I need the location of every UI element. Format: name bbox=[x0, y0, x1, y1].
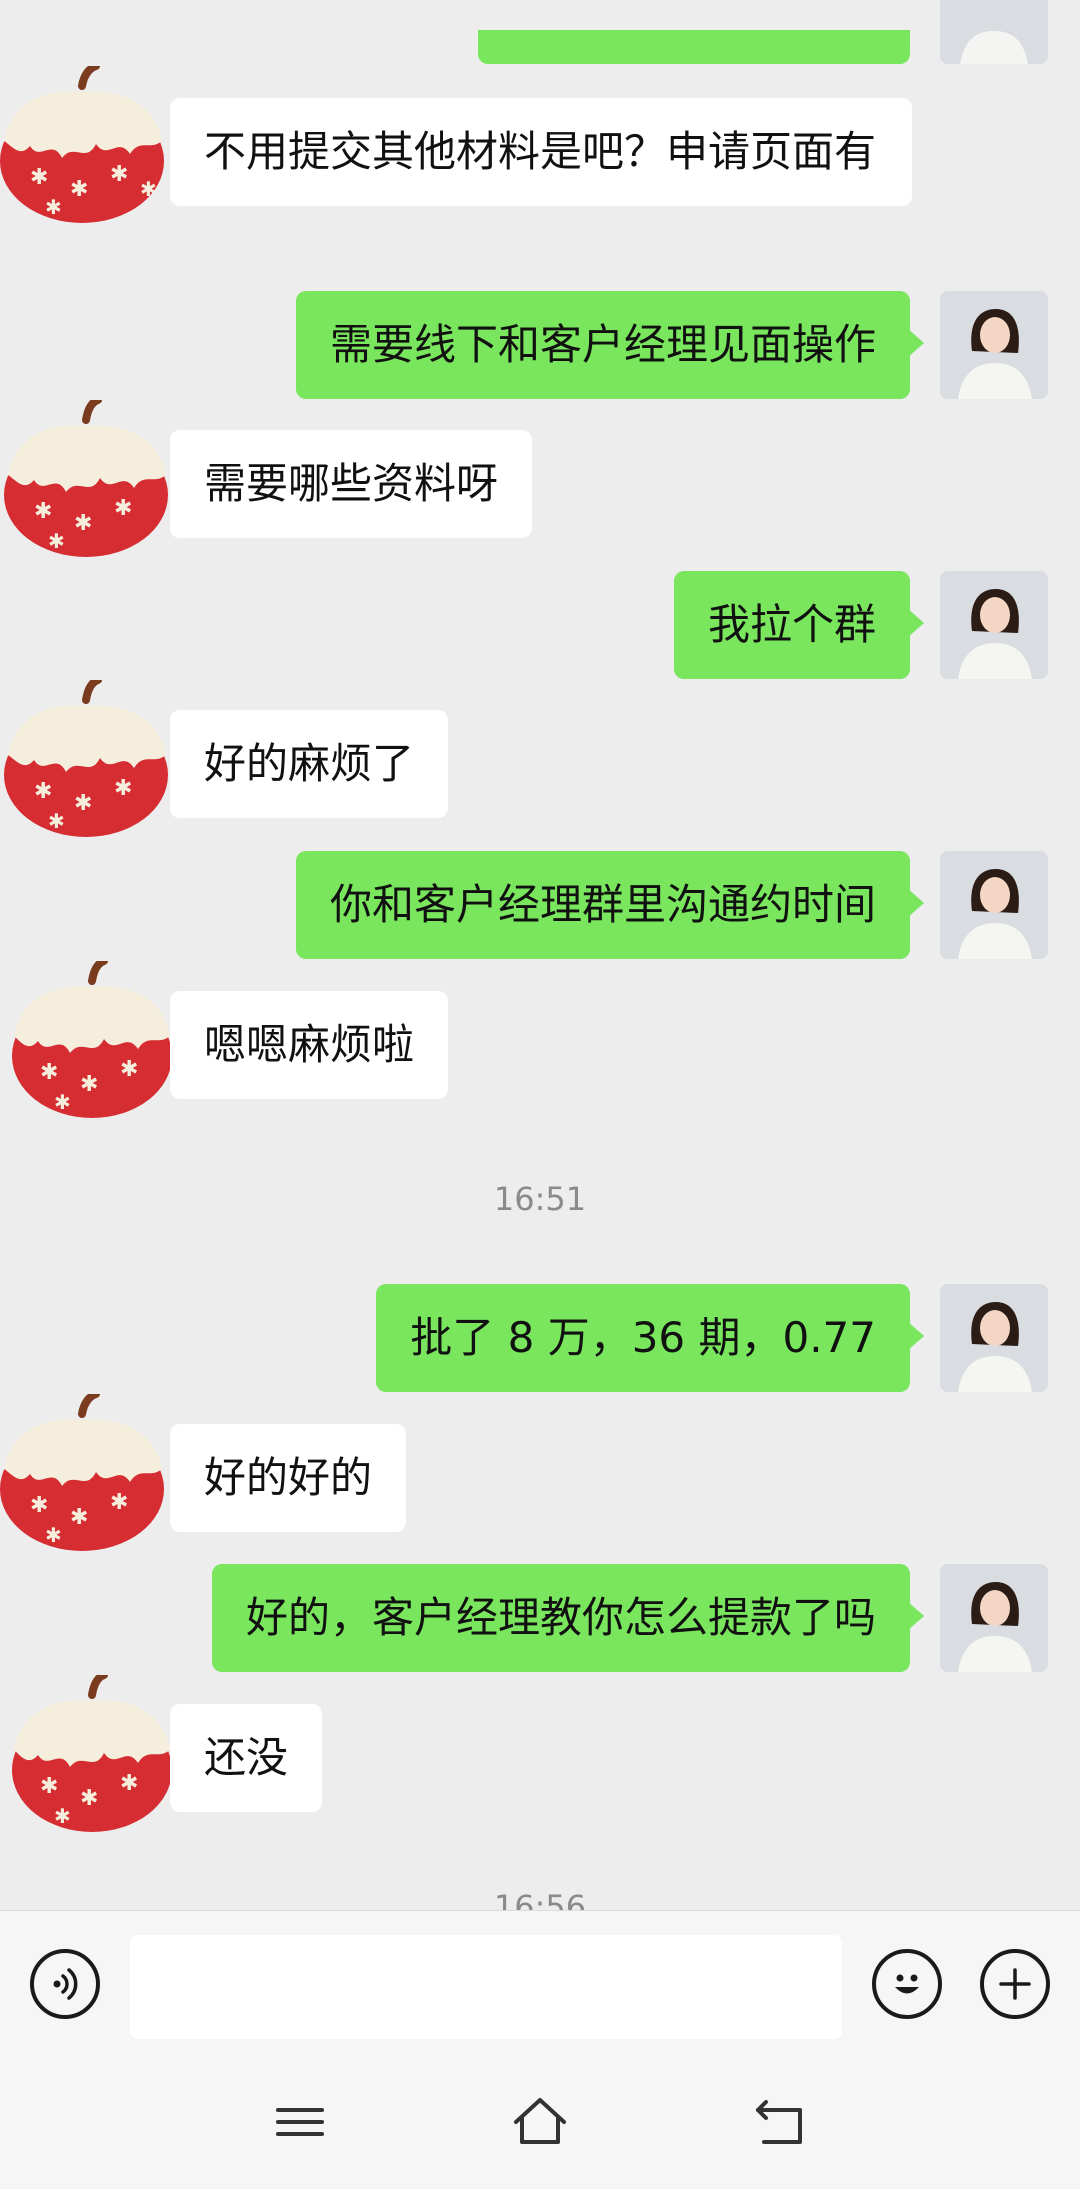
voice-icon[interactable] bbox=[30, 1949, 100, 2019]
svg-text:✱: ✱ bbox=[48, 809, 65, 833]
incoming-bubble[interactable]: 嗯嗯麻烦啦 bbox=[170, 991, 449, 1099]
avatar-agent[interactable] bbox=[940, 1284, 1048, 1392]
input-bar bbox=[0, 1910, 1080, 2053]
incoming-bubble[interactable]: 不用提交其他材料是吧？申请页面有 bbox=[170, 98, 912, 206]
svg-text:✱: ✱ bbox=[80, 1072, 98, 1097]
outgoing-bubble[interactable]: 需要线下和客户经理见面操作 bbox=[295, 291, 925, 399]
svg-text:✱: ✱ bbox=[48, 529, 65, 553]
emoji-icon[interactable] bbox=[872, 1949, 942, 2019]
svg-text:✱: ✱ bbox=[34, 779, 52, 804]
svg-text:✱: ✱ bbox=[110, 1490, 128, 1515]
svg-text:✱: ✱ bbox=[34, 499, 52, 524]
avatar-agent[interactable] bbox=[940, 1564, 1048, 1672]
avatar-apple[interactable]: ✱ ✱ ✱ ✱ bbox=[0, 396, 170, 560]
svg-text:✱: ✱ bbox=[54, 1090, 71, 1114]
home-icon[interactable] bbox=[510, 2092, 570, 2152]
timestamp: 16:56 bbox=[493, 1888, 587, 1910]
outgoing-bubble[interactable]: 好的，客户经理教你怎么提款了吗 bbox=[211, 1564, 925, 1672]
avatar-apple[interactable]: ✱ ✱ ✱ ✱ ✱ bbox=[0, 62, 170, 226]
back-icon[interactable] bbox=[750, 2092, 810, 2152]
system-nav-bar bbox=[0, 2052, 1080, 2189]
svg-text:✱: ✱ bbox=[30, 165, 48, 190]
avatar-agent[interactable] bbox=[940, 571, 1048, 679]
avatar-apple[interactable]: ✱ ✱ ✱ ✱ bbox=[0, 1671, 172, 1835]
outgoing-bubble[interactable]: 我拉个群 bbox=[673, 571, 925, 679]
avatar-apple[interactable]: ✱ ✱ ✱ ✱ bbox=[0, 676, 170, 840]
outgoing-bubble[interactable]: 批了 8 万，36 期，0.77 bbox=[376, 1284, 924, 1392]
avatar-agent[interactable] bbox=[940, 851, 1048, 959]
timestamp: 16:51 bbox=[493, 1180, 587, 1218]
svg-text:✱: ✱ bbox=[40, 1060, 58, 1085]
incoming-bubble[interactable]: 需要哪些资料呀 bbox=[170, 430, 533, 538]
svg-text:✱: ✱ bbox=[30, 1493, 48, 1518]
svg-text:✱: ✱ bbox=[120, 1771, 138, 1796]
svg-text:✱: ✱ bbox=[74, 511, 92, 536]
svg-text:✱: ✱ bbox=[40, 1774, 58, 1799]
avatar-agent[interactable] bbox=[940, 291, 1048, 399]
svg-text:✱: ✱ bbox=[54, 1804, 71, 1828]
svg-text:✱: ✱ bbox=[70, 177, 88, 202]
incoming-bubble[interactable]: 好的好的 bbox=[170, 1424, 407, 1532]
svg-text:✱: ✱ bbox=[70, 1505, 88, 1530]
avatar-agent[interactable] bbox=[940, 0, 1048, 64]
svg-text:✱: ✱ bbox=[74, 791, 92, 816]
outgoing-bubble[interactable]: 你和客户经理群里沟通约时间 bbox=[295, 851, 925, 959]
svg-text:✱: ✱ bbox=[114, 776, 132, 801]
incoming-bubble[interactable]: 好的麻烦了 bbox=[170, 710, 449, 818]
message-input[interactable] bbox=[130, 1935, 842, 2039]
svg-text:✱: ✱ bbox=[114, 496, 132, 521]
svg-text:✱: ✱ bbox=[45, 1523, 62, 1547]
incoming-bubble[interactable]: 还没 bbox=[170, 1704, 323, 1812]
svg-text:✱: ✱ bbox=[140, 177, 157, 201]
svg-text:✱: ✱ bbox=[110, 162, 128, 187]
chat-area[interactable]: ✱ ✱ ✱ ✱ ✱ 不用提交其他材料是吧？申请页面有 需要线下和客户经理见面操作 bbox=[0, 0, 1080, 1910]
partial-bubble bbox=[478, 30, 910, 64]
plus-icon[interactable] bbox=[980, 1949, 1050, 2019]
svg-text:✱: ✱ bbox=[45, 195, 62, 219]
svg-text:✱: ✱ bbox=[80, 1786, 98, 1811]
menu-icon[interactable] bbox=[270, 2092, 330, 2152]
svg-text:✱: ✱ bbox=[120, 1057, 138, 1082]
avatar-apple[interactable]: ✱ ✱ ✱ ✱ bbox=[0, 957, 172, 1121]
avatar-apple[interactable]: ✱ ✱ ✱ ✱ bbox=[0, 1390, 170, 1554]
